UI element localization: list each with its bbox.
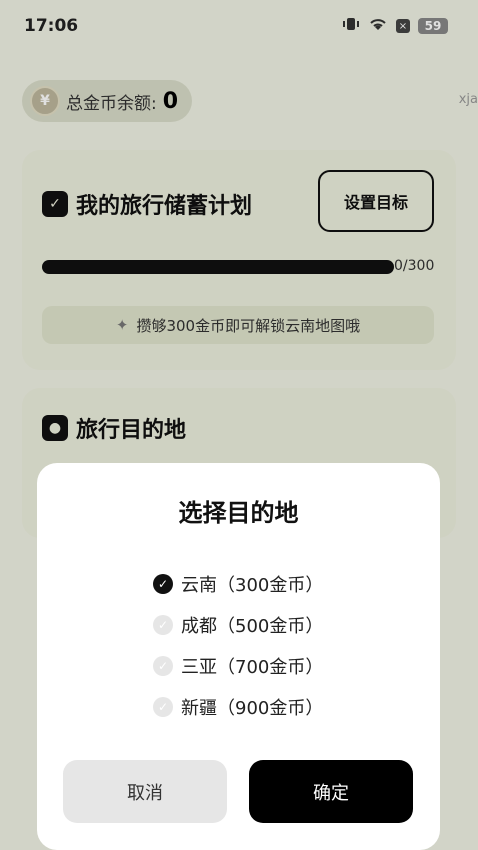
option-xinjiang[interactable]: ✓ 新疆（900金币） [153, 694, 323, 720]
dialog-title: 选择目的地 [178, 499, 299, 527]
unchecked-icon: ✓ [153, 656, 173, 676]
option-label: 三亚（700金币） [181, 657, 324, 678]
option-chengdu[interactable]: ✓ 成都（500金币） [153, 612, 323, 638]
unchecked-icon: ✓ [153, 697, 173, 717]
option-sanya[interactable]: ✓ 三亚（700金币） [153, 653, 323, 679]
option-label: 云南（300金币） [181, 575, 324, 596]
option-label: 新疆（900金币） [181, 698, 324, 719]
confirm-button[interactable]: 确定 [249, 760, 413, 823]
option-label: 成都（500金币） [181, 616, 324, 637]
cancel-button[interactable]: 取消 [63, 760, 227, 823]
checked-icon: ✓ [153, 574, 173, 594]
select-destination-dialog: 选择目的地 ✓ 云南（300金币） ✓ 成都（500金币） ✓ 三亚（700金币… [37, 463, 440, 850]
unchecked-icon: ✓ [153, 615, 173, 635]
option-yunnan[interactable]: ✓ 云南（300金币） [153, 571, 323, 597]
